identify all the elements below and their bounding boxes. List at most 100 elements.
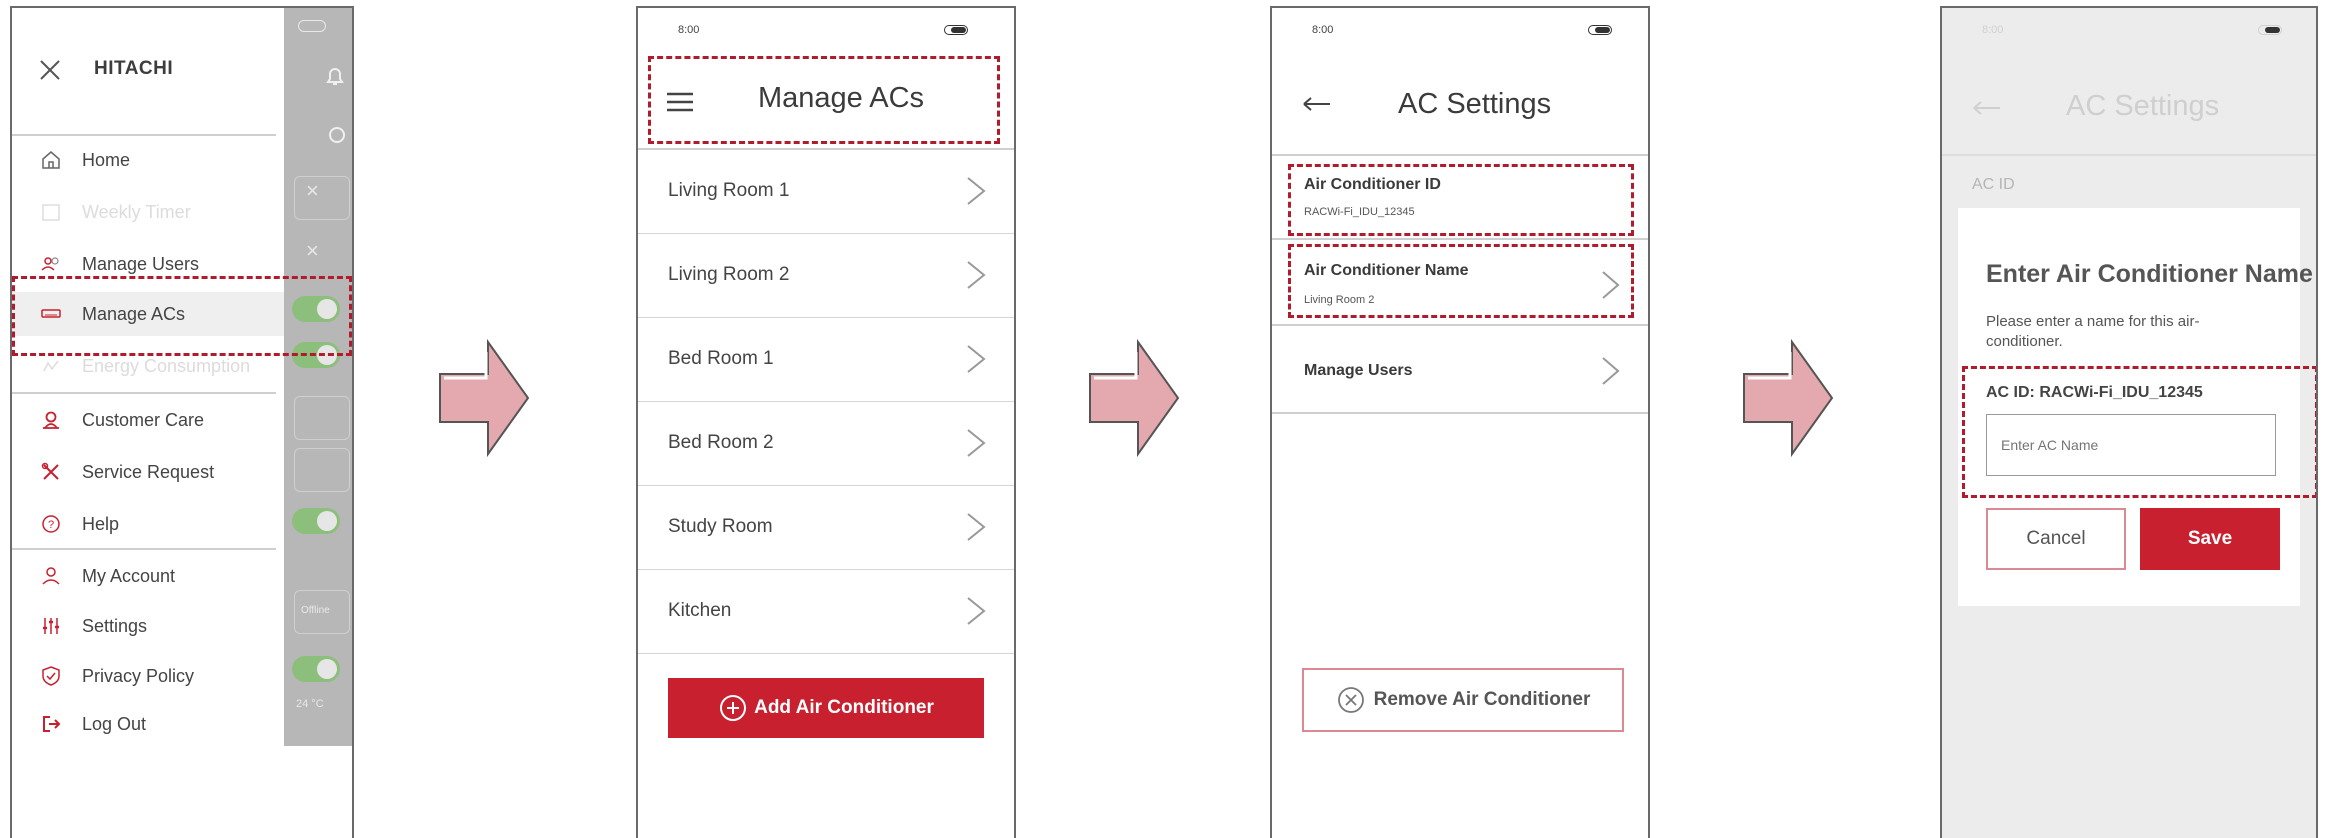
manage-users-row[interactable]: Manage Users: [1272, 330, 1648, 412]
refresh-icon: [329, 127, 345, 143]
customer-care-icon: [43, 411, 59, 429]
highlight-name-input: [1962, 366, 2316, 498]
help-icon: ?: [42, 515, 60, 533]
room-label: Kitchen: [668, 600, 732, 621]
background-toggle: [292, 656, 340, 682]
list-item-room[interactable]: Kitchen: [638, 570, 1014, 654]
background-card: [294, 396, 350, 440]
users-icon: [41, 257, 59, 271]
chevron-right-icon: [967, 513, 986, 541]
divider: [1272, 154, 1648, 156]
battery-icon: [1588, 25, 1612, 35]
menu-item-label: Settings: [82, 616, 148, 636]
background-status-box: Offline: [294, 590, 350, 634]
add-air-conditioner-button[interactable]: Add Air Conditioner: [668, 678, 984, 738]
menu-item-label: Log Out: [82, 714, 147, 734]
phone-screen-ac-settings: 8:00 AC Settings Air Conditioner ID RACW…: [1270, 6, 1650, 838]
chevron-right-icon: [967, 177, 986, 205]
menu-item-label: Weekly Timer: [82, 202, 191, 222]
chevron-right-icon: [967, 429, 986, 457]
divider: [12, 392, 276, 394]
background-card: [294, 448, 350, 492]
menu-item-label: My Account: [82, 566, 176, 586]
menu-item-label: Help: [82, 514, 120, 534]
divider: [12, 134, 276, 136]
list-item-room[interactable]: Bed Room 2: [638, 402, 1014, 486]
background-card: [294, 176, 350, 220]
divider: [1272, 412, 1648, 414]
sliders-icon: [43, 618, 59, 634]
menu-item-privacy-policy[interactable]: Privacy Policy: [12, 654, 284, 698]
menu-item-settings[interactable]: Settings: [12, 604, 284, 648]
menu-item-log-out[interactable]: Log Out: [12, 702, 284, 746]
flow-arrow-icon: [439, 338, 530, 458]
chevron-right-icon: [967, 261, 986, 289]
save-button[interactable]: Save: [2140, 508, 2280, 570]
battery-icon: [944, 25, 968, 35]
close-icon[interactable]: [38, 58, 62, 82]
phone-screen-name-dialog: 8:00 AC Settings AC ID Enter Air Conditi…: [1940, 6, 2318, 838]
room-label: Bed Room 2: [668, 432, 774, 453]
dialog-title: Enter Air Conditioner Name: [1986, 260, 2313, 288]
status-time: 8:00: [1982, 24, 2004, 36]
list-item-room[interactable]: Living Room 2: [638, 234, 1014, 318]
chevron-right-icon: [967, 597, 986, 625]
menu-item-label: Service Request: [82, 462, 215, 482]
menu-item-my-account[interactable]: My Account: [12, 554, 284, 598]
remove-circle-icon: [1337, 687, 1364, 713]
list-item-room[interactable]: Study Room: [638, 486, 1014, 570]
svg-text:?: ?: [48, 519, 54, 531]
highlight-header: [648, 56, 1000, 144]
divider: [1272, 238, 1648, 240]
menu-item-service-request[interactable]: Service Request: [12, 450, 284, 494]
page-title: AC Settings: [1398, 88, 1552, 120]
divider: [1272, 324, 1648, 326]
brand-logo: HITACHI: [94, 58, 174, 79]
background-close-icon: ×: [306, 178, 319, 203]
battery-icon: [2258, 25, 2282, 35]
menu-item-label: Customer Care: [82, 410, 205, 430]
highlight-ac-name: [1288, 244, 1634, 318]
phone-screen-menu: × × Offline 24 °C HITACHI Home Weekly Ti…: [10, 6, 354, 838]
background-app: [284, 8, 352, 746]
room-label: Bed Room 1: [668, 348, 774, 369]
room-label: Living Room 2: [668, 264, 790, 285]
page-title: AC Settings: [2066, 90, 2220, 122]
cancel-button[interactable]: Cancel: [1986, 508, 2126, 570]
plus-circle-icon: [720, 695, 747, 721]
energy-icon: [43, 360, 59, 372]
back-arrow-icon: [1973, 101, 2000, 115]
flow-arrow-icon: [1743, 338, 1834, 458]
background-temp: 24 °C: [296, 698, 324, 710]
room-label: Living Room 1: [668, 180, 790, 201]
side-drawer: HITACHI Home Weekly Timer Manage Users M…: [12, 8, 284, 746]
list-item-room[interactable]: Living Room 1: [638, 150, 1014, 234]
list-item-room[interactable]: Bed Room 1: [638, 318, 1014, 402]
menu-item-help[interactable]: ? Help: [12, 502, 284, 546]
background-status-text: Offline: [301, 605, 330, 616]
menu-item-customer-care[interactable]: Customer Care: [12, 398, 284, 442]
shield-icon: [42, 666, 60, 686]
bell-icon: [326, 68, 344, 85]
calendar-icon: [42, 204, 60, 221]
status-time: 8:00: [1312, 24, 1334, 36]
menu-item-label: Privacy Policy: [82, 666, 195, 686]
chevron-right-icon: [967, 345, 986, 373]
menu-item-weekly-timer[interactable]: Weekly Timer: [12, 190, 284, 234]
highlight-ac-id: [1288, 164, 1634, 236]
battery-icon: [298, 20, 326, 32]
chevron-right-icon: [1602, 357, 1620, 385]
back-arrow-icon[interactable]: [1302, 96, 1332, 112]
flow-arrow-icon: [1089, 338, 1180, 458]
menu-item-home[interactable]: Home: [12, 138, 284, 182]
background-close-icon: ×: [306, 238, 319, 263]
menu-item-label: Home: [82, 150, 131, 170]
status-time: 8:00: [678, 24, 700, 36]
room-label: Study Room: [668, 516, 773, 537]
logout-icon: [43, 716, 61, 732]
divider: [12, 548, 276, 550]
manage-users-label: Manage Users: [1304, 362, 1413, 379]
remove-air-conditioner-button[interactable]: Remove Air Conditioner: [1302, 668, 1624, 732]
add-button-label: Add Air Conditioner: [754, 697, 934, 718]
menu-item-label: Manage Users: [82, 254, 200, 274]
